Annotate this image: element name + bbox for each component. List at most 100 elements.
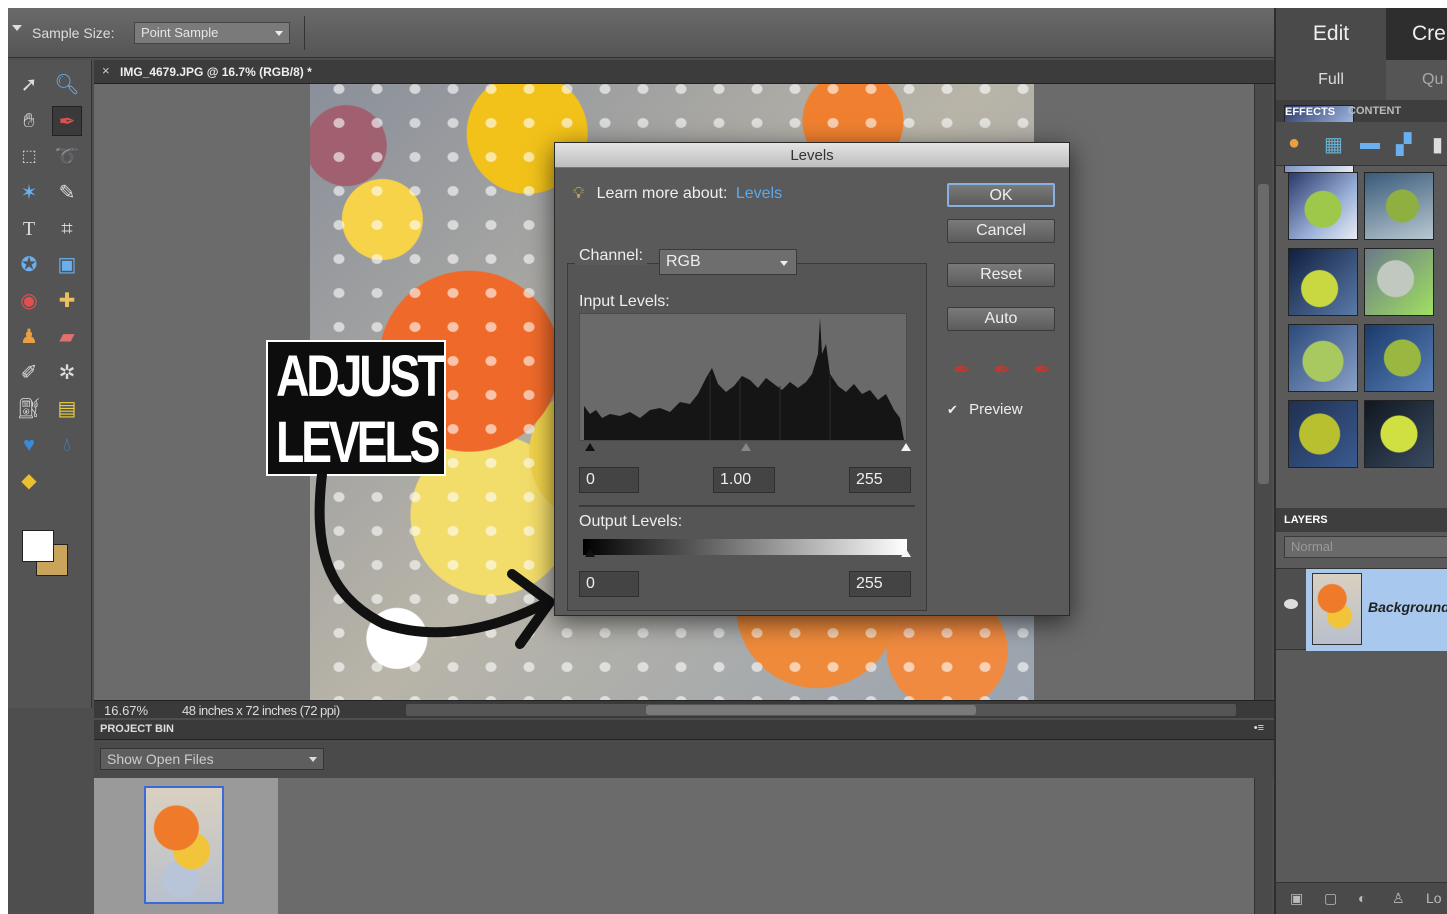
eraser-icon[interactable]: ▰ <box>52 322 82 352</box>
preview-checkbox[interactable]: ✔ Preview <box>947 401 1023 418</box>
gray-eyedropper-icon[interactable]: ✒ <box>993 357 1027 383</box>
effect-thumbnail[interactable] <box>1364 172 1434 240</box>
lasso-icon[interactable]: ➰ <box>52 142 82 172</box>
show-files-value: Show Open Files <box>107 751 214 767</box>
group-icon[interactable]: ▢ <box>1324 890 1337 907</box>
auto-button[interactable]: Auto <box>947 307 1055 331</box>
clone-stamp-icon[interactable]: ♟ <box>14 322 44 352</box>
image-thumbnail[interactable] <box>144 786 224 904</box>
show-files-select[interactable]: Show Open Files <box>100 748 324 770</box>
checkmark-icon: ✔ <box>947 402 958 417</box>
levels-dialog: Levels 💡︎ Learn more about: Levels OK Ca… <box>554 142 1070 616</box>
paint-bucket-icon[interactable]: ⛽︎ <box>14 394 44 424</box>
move-icon[interactable]: ➚ <box>14 70 44 100</box>
output-black-field[interactable]: 0 <box>579 571 639 597</box>
project-bin-title: PROJECT BIN <box>100 723 174 735</box>
lock-icon[interactable]: ♙ <box>1392 890 1405 907</box>
layer-styles-icon[interactable]: ▦ <box>1324 132 1343 157</box>
tab-quick[interactable]: Qu <box>1386 60 1447 100</box>
effect-thumbnail[interactable] <box>1364 324 1434 392</box>
effect-thumbnail[interactable] <box>1288 400 1358 468</box>
reset-button[interactable]: Reset <box>947 263 1055 287</box>
options-bar: Sample Size: Point Sample <box>8 8 1274 58</box>
project-bin-scrollbar[interactable] <box>1254 778 1272 914</box>
red-eye-icon[interactable]: ◉ <box>14 286 44 316</box>
document-tab[interactable]: × IMG_4679.JPG @ 16.7% (RGB/8) * <box>94 60 1274 84</box>
input-white-slider[interactable] <box>901 443 911 451</box>
zoom-icon[interactable]: 🔍︎ <box>52 70 82 100</box>
panel-menu-icon[interactable]: •≡ <box>1254 722 1264 734</box>
layer-row[interactable]: Background <box>1276 568 1447 651</box>
output-white-slider[interactable] <box>901 549 911 557</box>
tab-full[interactable]: Full <box>1276 60 1386 100</box>
tab-edit[interactable]: Edit <box>1276 8 1386 60</box>
blur-icon[interactable]: 💧︎ <box>52 430 82 460</box>
divider <box>579 505 915 507</box>
blend-mode-select[interactable]: Normal <box>1284 536 1447 558</box>
sponge-icon[interactable]: ◆ <box>14 466 44 496</box>
list-item[interactable] <box>94 778 278 914</box>
divider <box>304 16 305 50</box>
all-icon[interactable]: ▮ <box>1432 132 1443 157</box>
lightbulb-icon: 💡︎ <box>573 185 585 202</box>
learn-more-label: Learn more about: <box>596 185 728 202</box>
ok-button[interactable]: OK <box>947 183 1055 207</box>
photo-effects-icon[interactable]: ▬ <box>1360 132 1380 155</box>
black-eyedropper-icon[interactable]: ✒ <box>953 357 987 383</box>
marquee-icon[interactable]: ⬚ <box>14 142 44 172</box>
zoom-readout[interactable]: 16.67% <box>104 703 148 718</box>
white-eyedropper-icon[interactable]: ✒ <box>1033 357 1067 383</box>
fx-icon[interactable]: ▞ <box>1396 132 1411 157</box>
sample-size-value: Point Sample <box>141 25 219 40</box>
effect-thumbnail[interactable] <box>1288 324 1358 392</box>
type-icon[interactable]: T <box>14 214 44 244</box>
document-dimensions: 48 inches x 72 inches (72 ppi) <box>182 703 340 718</box>
eyedropper-icon[interactable]: ✒ <box>52 106 82 136</box>
effect-thumbnail[interactable] <box>1364 248 1434 316</box>
tab-content[interactable]: CONTENT <box>1348 105 1401 117</box>
channel-select[interactable]: RGB <box>659 249 797 275</box>
new-layer-icon[interactable]: ▣ <box>1290 890 1303 907</box>
canvas-horizontal-scrollbar[interactable] <box>406 704 1236 716</box>
custom-shape-icon[interactable]: ✪ <box>14 250 44 280</box>
effect-thumbnail[interactable] <box>1288 248 1358 316</box>
output-black-slider[interactable] <box>585 549 595 557</box>
options-menu-arrow-icon[interactable] <box>12 25 22 31</box>
panel-tabs: EFFECTS CONTENT <box>1276 100 1447 173</box>
input-gamma-field[interactable]: 1.00 <box>713 467 775 493</box>
layer-selection[interactable]: Background <box>1306 569 1447 651</box>
healing-brush-icon[interactable]: ✚ <box>52 286 82 316</box>
canvas-vertical-scrollbar[interactable] <box>1254 84 1272 700</box>
output-white-field[interactable]: 255 <box>849 571 911 597</box>
close-icon[interactable]: × <box>102 63 110 78</box>
crop-icon[interactable]: ⌗ <box>52 214 82 244</box>
input-gamma-slider[interactable] <box>741 443 751 451</box>
effect-thumbnail[interactable] <box>1364 400 1434 468</box>
gradient-icon[interactable]: ▤ <box>52 394 82 424</box>
input-black-field[interactable]: 0 <box>579 467 639 493</box>
input-white-field[interactable]: 255 <box>849 467 911 493</box>
eye-icon[interactable] <box>1284 599 1298 609</box>
foreground-color-swatch[interactable] <box>22 530 54 562</box>
tab-create[interactable]: Cre <box>1386 8 1447 60</box>
sample-size-select[interactable]: Point Sample <box>134 22 290 44</box>
filters-icon[interactable]: ● <box>1288 132 1300 155</box>
adjustment-layer-icon[interactable]: ◐ <box>1358 890 1366 906</box>
input-black-slider[interactable] <box>585 443 595 451</box>
learn-more-link[interactable]: Levels <box>736 185 782 202</box>
recompose-icon[interactable]: ▣ <box>52 250 82 280</box>
cookie-cutter-icon[interactable]: ♥ <box>14 430 44 460</box>
smart-brush-icon[interactable]: ✲ <box>52 358 82 388</box>
effect-thumbnail[interactable] <box>1288 172 1358 240</box>
quick-selection-icon[interactable]: ✎ <box>52 178 82 208</box>
hand-icon[interactable]: ✋︎ <box>14 106 44 136</box>
output-gradient <box>583 539 907 555</box>
channel-label: Channel: <box>575 247 648 265</box>
scroll-thumb[interactable] <box>1258 184 1269 484</box>
brush-icon[interactable]: ✐ <box>14 358 44 388</box>
layers-header: LAYERS <box>1276 508 1447 532</box>
scroll-thumb[interactable] <box>646 705 976 715</box>
magic-wand-icon[interactable]: ✶ <box>14 178 44 208</box>
cancel-button[interactable]: Cancel <box>947 219 1055 243</box>
dialog-title[interactable]: Levels <box>555 143 1069 168</box>
